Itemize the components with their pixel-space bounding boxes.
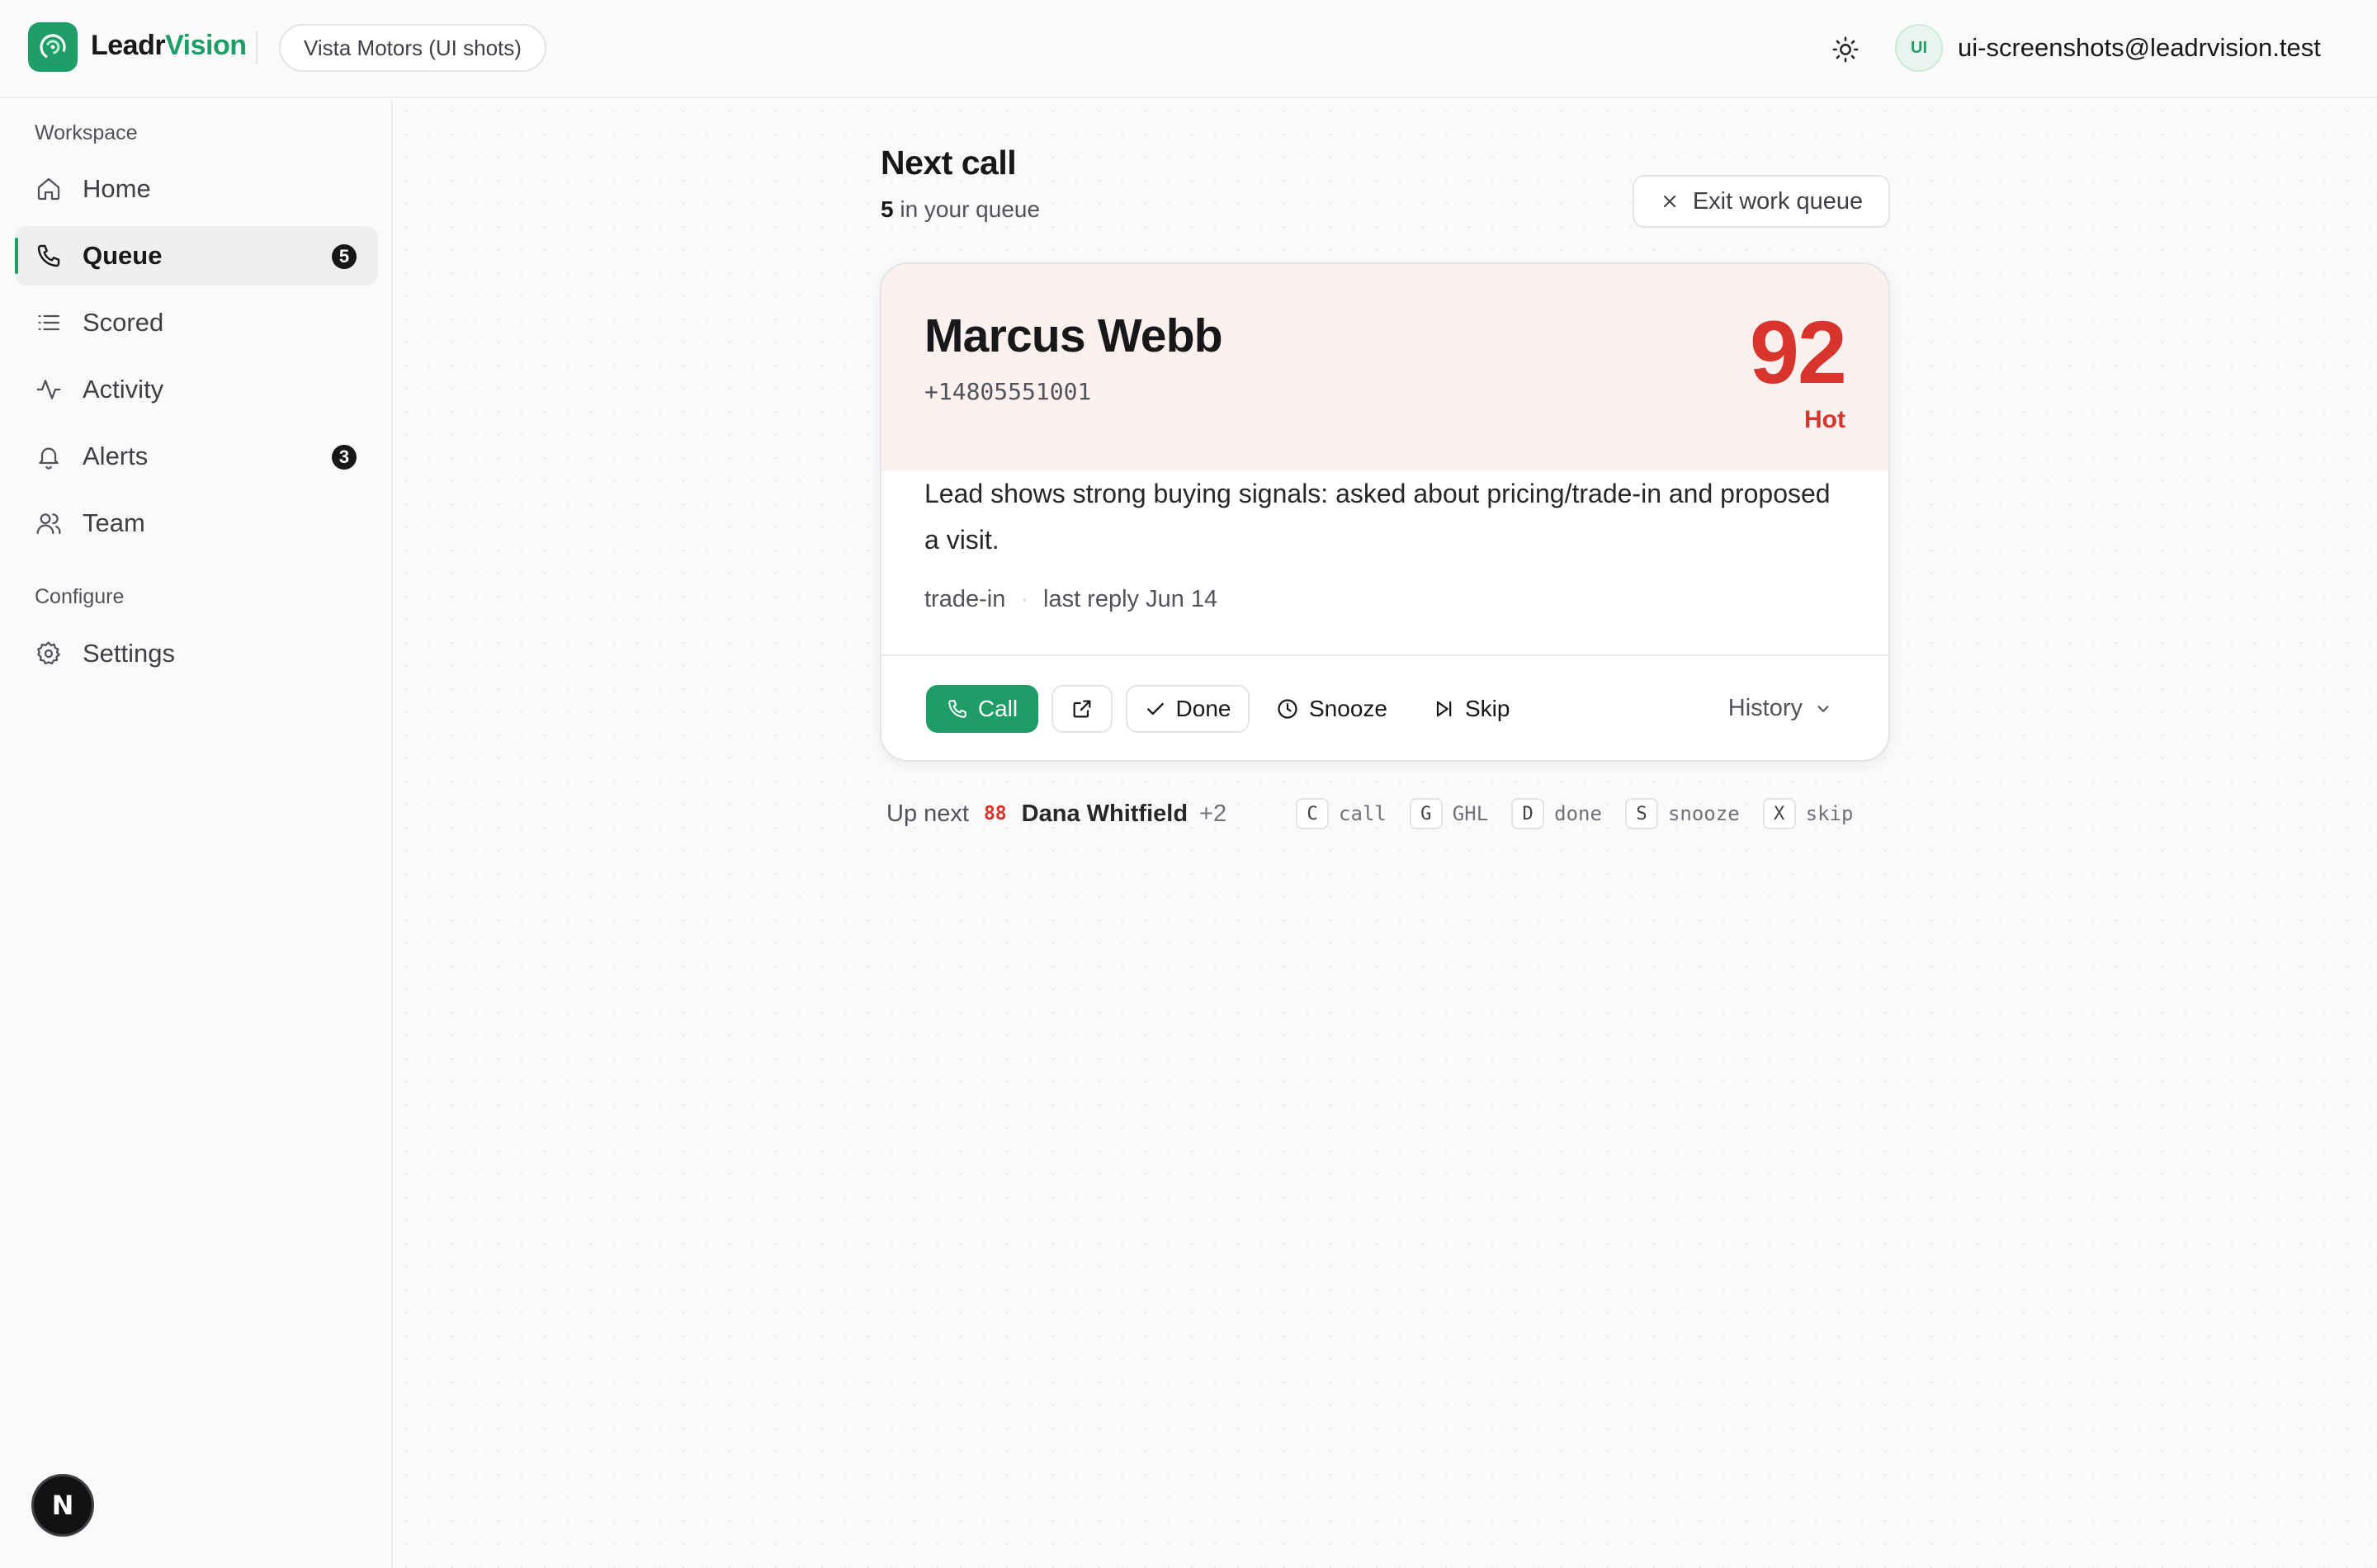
theme-toggle-button[interactable] [1827,31,1864,68]
shortcut-label: done [1554,802,1602,825]
up-next-more: +2 [1199,800,1227,827]
phone-icon [35,242,63,270]
sun-icon [1832,36,1859,63]
snooze-label: Snooze [1309,696,1387,721]
up-next: Up next 88 Dana Whitfield +2 [886,797,1226,830]
lead-card-header [881,264,1888,470]
page-title: Next call [881,144,1017,182]
sidebar: Workspace Home Queue 5 Scored Activity A… [0,100,393,1568]
list-icon [35,309,63,337]
section-label-workspace: Workspace [35,121,138,144]
check-icon [1145,698,1166,720]
sidebar-item-alerts[interactable]: Alerts 3 [15,427,378,486]
card-divider [881,654,1888,656]
shortcut-key: D [1511,798,1545,829]
queue-count-badge: 5 [332,244,357,269]
dev-tools-button[interactable]: N [31,1474,94,1537]
open-external-button[interactable] [1051,685,1113,733]
header-divider [256,31,258,64]
meta-separator: · [1020,586,1028,612]
sidebar-item-label: Home [83,174,151,203]
queue-subtitle: 5 in your queue [881,196,1040,223]
lead-card: Marcus Webb +14805551001 92 Hot Lead sho… [880,262,1890,762]
shortcut-label: GHL [1452,802,1489,825]
shortcut-label: skip [1805,802,1854,825]
alerts-count-badge: 3 [332,445,357,470]
up-next-label: Up next [886,800,969,827]
lead-phone: +14805551001 [924,378,1092,405]
skip-button[interactable]: Skip [1419,685,1523,733]
gear-icon [35,640,63,668]
history-dropdown[interactable]: History [1728,695,1832,722]
sidebar-item-label: Queue [83,241,163,270]
call-label: Call [977,696,1018,721]
logo-icon[interactable] [28,22,78,72]
section-label-configure: Configure [35,585,125,608]
keyboard-shortcuts: C call G GHL D done S snooze X skip [1296,797,1853,830]
user-email[interactable]: ui-screenshots@leadrvision.test [1958,33,2321,63]
bell-icon [35,442,63,470]
done-label: Done [1175,696,1231,721]
shortcut-label: call [1339,802,1387,825]
exit-label: Exit work queue [1692,187,1864,215]
sidebar-item-label: Team [83,508,145,537]
brand-suffix: Vision [165,30,247,61]
org-switcher[interactable]: Vista Motors (UI shots) [279,24,546,72]
lead-meta: trade-in · last reply Jun 14 [924,586,1217,613]
org-name: Vista Motors (UI shots) [304,35,522,60]
chevron-down-icon [1814,700,1832,718]
sidebar-item-home[interactable]: Home [15,159,378,219]
sidebar-item-label: Activity [83,375,164,404]
shortcut-key: G [1409,798,1443,829]
lead-name: Marcus Webb [924,309,1223,362]
skip-icon [1432,697,1455,720]
activity-icon [35,375,63,404]
lead-actions: Call Done Snooze Skip [926,685,1541,733]
sidebar-item-scored[interactable]: Scored [15,293,378,352]
brand-name[interactable]: LeadrVision [91,30,247,62]
avatar[interactable]: UI [1895,24,1943,72]
up-next-score: 88 [983,803,1007,824]
sidebar-item-label: Scored [83,308,164,337]
lead-tag: trade-in [924,586,1006,612]
done-button[interactable]: Done [1126,685,1250,733]
history-label: History [1727,695,1803,721]
home-icon [35,175,63,203]
queue-count: 5 [881,196,894,222]
snooze-button[interactable]: Snooze [1263,685,1401,733]
top-header: LeadrVision Vista Motors (UI shots) UI u… [0,0,2377,98]
sidebar-item-team[interactable]: Team [15,494,378,553]
lead-score: 92 [1749,302,1847,402]
phone-icon [947,698,968,720]
sidebar-item-settings[interactable]: Settings [15,624,378,683]
shortcut-key: X [1762,798,1796,829]
lead-score-label: Hot [1804,406,1845,433]
exit-work-queue-button[interactable]: Exit work queue [1633,175,1890,228]
call-button[interactable]: Call [926,685,1038,733]
close-icon [1660,191,1680,211]
lead-summary: Lead shows strong buying signals: asked … [924,479,1831,555]
users-icon [35,509,63,537]
lead-last-reply: last reply Jun 14 [1043,586,1218,612]
skip-label: Skip [1464,696,1510,721]
queue-suffix: in your queue [893,196,1041,222]
shortcut-key: S [1624,798,1658,829]
brand-prefix: Leadr [91,30,166,61]
shortcut-key: C [1296,798,1329,829]
external-link-icon [1070,697,1094,720]
sidebar-item-queue[interactable]: Queue 5 [15,226,378,286]
shortcut-label: snooze [1667,802,1740,825]
sidebar-item-label: Settings [83,639,176,668]
up-next-name[interactable]: Dana Whitfield [1022,801,1188,828]
clock-icon [1276,697,1299,720]
sidebar-item-label: Alerts [83,442,149,470]
sidebar-item-activity[interactable]: Activity [15,360,378,419]
